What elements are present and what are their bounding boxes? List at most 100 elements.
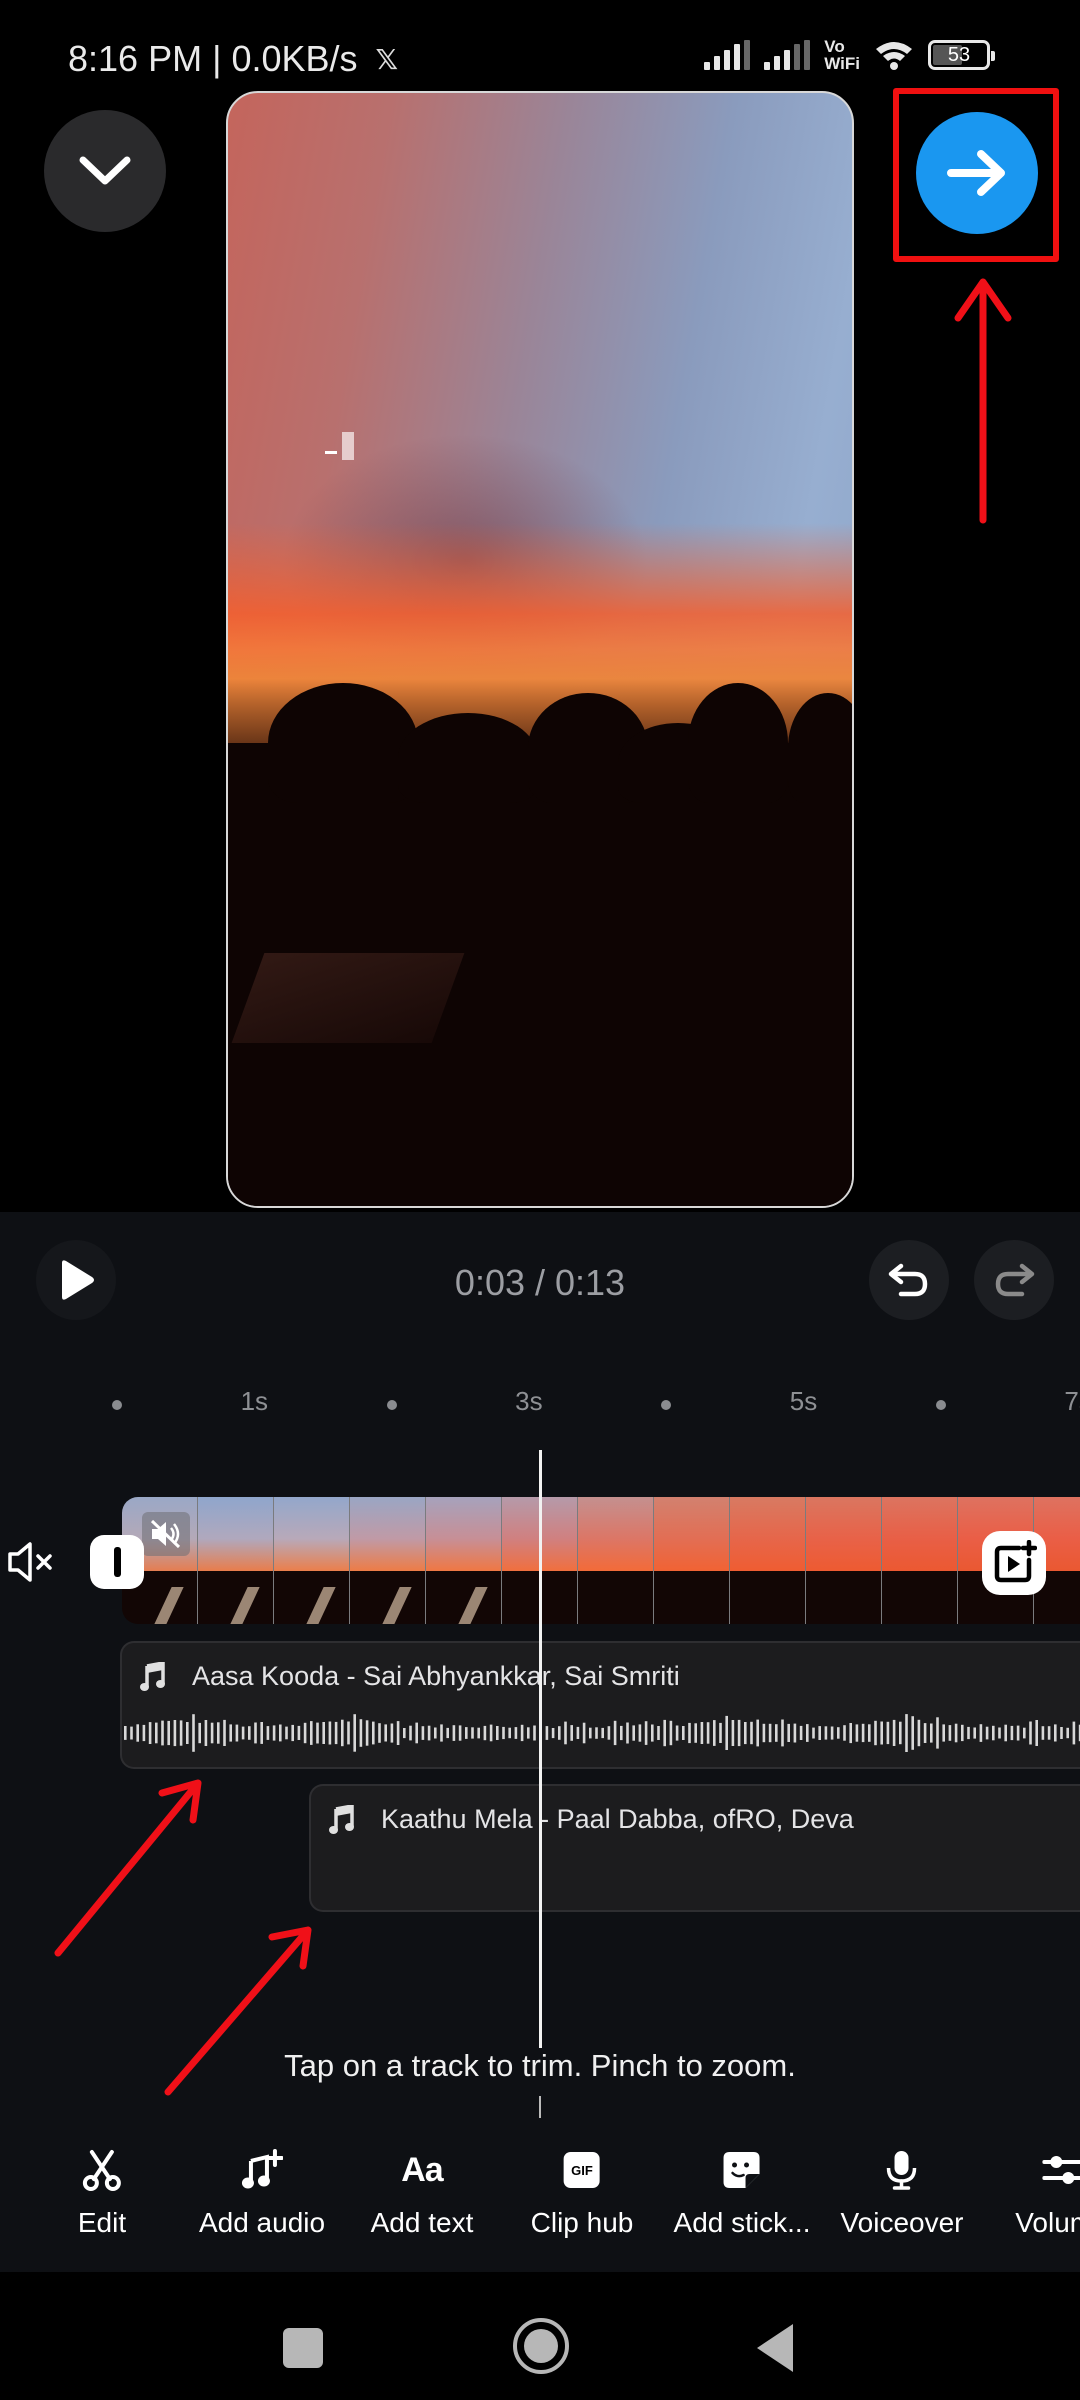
waveform-bar xyxy=(1016,1725,1020,1741)
waveform-bar xyxy=(663,1719,666,1747)
waveform-bar xyxy=(930,1723,933,1743)
signal-sim2-icon xyxy=(764,40,811,70)
waveform-bar xyxy=(564,1721,567,1745)
gif-glyph: GIF xyxy=(571,2162,593,2178)
vowifi-icon: Vo WiFi xyxy=(824,38,860,72)
tool-add-audio[interactable]: Add audio xyxy=(199,2145,325,2239)
waveform-bar xyxy=(651,1724,654,1742)
waveform-bar xyxy=(341,1719,344,1747)
video-thumbnail xyxy=(426,1497,502,1624)
waveform-bar xyxy=(756,1719,759,1747)
text-aa-glyph: Aa xyxy=(401,2150,443,2189)
waveform-bar xyxy=(731,1720,735,1746)
video-thumbnail xyxy=(198,1497,274,1624)
waveform-bar xyxy=(700,1722,704,1744)
waveform-bar xyxy=(737,1719,741,1747)
waveform-bar xyxy=(130,1726,133,1740)
waveform-bar xyxy=(706,1722,710,1744)
preview-text-cursor xyxy=(342,432,354,460)
waveform-bar xyxy=(1004,1724,1007,1742)
tool-volume[interactable]: Volume xyxy=(1015,2145,1080,2239)
waveform-bar xyxy=(874,1720,877,1746)
tool-label: Voiceover xyxy=(840,2207,964,2238)
waveform-bar xyxy=(657,1726,660,1740)
waveform-bar xyxy=(310,1721,313,1745)
mute-original-audio-button[interactable] xyxy=(6,1540,56,1584)
waveform-bar xyxy=(1066,1727,1069,1739)
waveform-bar xyxy=(570,1725,573,1741)
add-clip-button[interactable] xyxy=(982,1531,1046,1595)
waveform-bar xyxy=(328,1721,332,1745)
tool-add-text[interactable]: Aa Add text xyxy=(371,2145,474,2239)
waveform-bar xyxy=(682,1726,685,1740)
tool-voiceover[interactable]: Voiceover xyxy=(840,2145,964,2239)
battery-icon: 53 xyxy=(928,40,995,70)
waveform-bar xyxy=(266,1726,270,1740)
waveform-bar xyxy=(1029,1721,1032,1745)
audio-track[interactable]: Kaathu Mela - Paal Dabba, ofRO, Deva xyxy=(309,1784,1080,1912)
tool-clip-hub[interactable]: GIF Clip hub xyxy=(531,2145,633,2239)
waveform-bar xyxy=(235,1724,239,1742)
waveform-bar xyxy=(210,1722,214,1744)
home-icon[interactable] xyxy=(513,2318,569,2374)
recent-apps-icon[interactable] xyxy=(283,2328,323,2368)
waveform-bar xyxy=(465,1727,468,1739)
video-preview[interactable] xyxy=(226,91,854,1208)
tool-label: Add stick... xyxy=(673,2207,811,2238)
waveform-bar xyxy=(409,1725,412,1741)
waveform-bar xyxy=(285,1726,288,1740)
status-right: Vo WiFi 53 xyxy=(704,38,995,72)
waveform-bar xyxy=(713,1720,716,1746)
undo-icon xyxy=(888,1263,928,1297)
waveform-bar xyxy=(607,1726,611,1740)
undo-button[interactable] xyxy=(869,1240,949,1320)
waveform-bar xyxy=(415,1722,418,1744)
audio-track[interactable]: Aasa Kooda - Sai Abhyankkar, Sai Smriti xyxy=(120,1641,1080,1769)
timeline-hint: Tap on a track to trim. Pinch to zoom. xyxy=(0,2048,1080,2084)
back-icon[interactable] xyxy=(757,2324,793,2372)
playhead[interactable] xyxy=(539,1450,542,2050)
tool-edit[interactable]: Edit xyxy=(78,2145,126,2239)
waveform-bar xyxy=(936,1717,939,1749)
waveform-bar xyxy=(688,1722,691,1744)
waveform-bar xyxy=(434,1727,437,1739)
waveform-bar xyxy=(905,1714,908,1752)
waveform-bar xyxy=(830,1726,834,1740)
collapse-button[interactable] xyxy=(44,110,166,232)
redo-button[interactable] xyxy=(974,1240,1054,1320)
audio-track-name: Aasa Kooda - Sai Abhyankkar, Sai Smriti xyxy=(192,1661,680,1691)
tool-add-sticker[interactable]: Add stick... xyxy=(673,2145,811,2239)
preview-tree xyxy=(268,683,418,803)
waveform-bar xyxy=(576,1726,580,1739)
waveform-bar xyxy=(992,1725,995,1741)
waveform-bar xyxy=(483,1725,487,1741)
waveform-bar xyxy=(502,1726,505,1740)
trim-handle-left[interactable] xyxy=(90,1535,144,1589)
add-music-icon xyxy=(241,2149,283,2189)
waveform-bar xyxy=(812,1727,815,1739)
video-thumbnail xyxy=(274,1497,350,1624)
waveform-bar xyxy=(620,1725,623,1741)
battery-level: 53 xyxy=(947,43,971,66)
preview-tree xyxy=(688,683,788,803)
waveform-bar xyxy=(985,1726,989,1740)
x-logo-icon: 𝕏 xyxy=(375,43,399,75)
bottom-toolbar: Edit Add audio Aa Add text GIF Clip hub xyxy=(0,2145,1080,2255)
video-track[interactable] xyxy=(122,1497,1080,1624)
clip-muted-badge xyxy=(142,1512,190,1556)
waveform-bar xyxy=(1041,1726,1045,1740)
waveform-bar xyxy=(1023,1727,1026,1739)
annotation-arrow-next xyxy=(954,278,1012,524)
waveform-bar xyxy=(644,1721,648,1745)
timeline-ruler[interactable]: 1s 3s 5s 7s xyxy=(0,1380,1080,1430)
waveform-bar xyxy=(558,1726,561,1740)
waveform-bar xyxy=(347,1721,350,1745)
playhead-tail xyxy=(539,2096,541,2118)
waveform-bar xyxy=(124,1726,127,1740)
tool-label: Edit xyxy=(77,2207,127,2238)
waveform-bar xyxy=(793,1723,797,1743)
waveform-bar xyxy=(452,1725,456,1741)
waveform-bar xyxy=(595,1727,598,1739)
waveform-bar xyxy=(427,1725,431,1741)
waveform-bar xyxy=(173,1720,177,1747)
